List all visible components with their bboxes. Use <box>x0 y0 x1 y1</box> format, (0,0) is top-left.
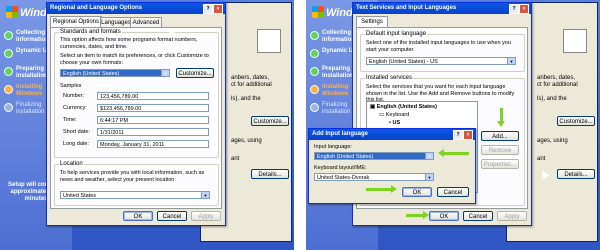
dialog-title: Text Services and Input Languages <box>356 5 457 11</box>
remove-button[interactable]: Remove <box>481 145 519 155</box>
background-text: anbers, dates, <box>537 75 576 81</box>
sample-label: Long date: <box>63 141 89 147</box>
background-text: ages, using <box>537 138 568 144</box>
close-button[interactable]: × <box>519 4 529 14</box>
background-text: ages, using <box>231 138 262 144</box>
sample-short-date-field: 1/31/2011 <box>97 128 209 136</box>
arrow-to-input-language <box>438 149 469 157</box>
dialog-titlebar: Text Services and Input Languages ? × <box>353 3 531 14</box>
dialog-titlebar: Add Input language ? × <box>309 129 475 140</box>
background-text: ant <box>231 156 240 162</box>
keyboard-layout-label: Keyboard layout/IME: <box>314 165 367 171</box>
dialog-title: Regional and Language Options <box>50 5 143 11</box>
step-pending-icon <box>310 103 319 112</box>
chevron-down-icon: ▼ <box>425 153 433 159</box>
keyboard-icon: ▭ <box>379 112 386 118</box>
location-legend: Location <box>59 161 84 167</box>
customize-button[interactable]: Customize... <box>557 116 595 126</box>
sample-number-field: 123,456,789.00 <box>97 92 209 100</box>
input-language-dropdown[interactable]: English (United States) ▼ <box>314 152 434 160</box>
standards-group: Standards and formats This option affect… <box>54 29 219 158</box>
arrow-to-ok <box>406 211 429 219</box>
tree-item-layout[interactable]: • US <box>389 120 400 127</box>
apply-button[interactable]: Apply <box>497 211 527 221</box>
sample-time-field: 6:44:17 PM <box>97 116 209 124</box>
default-language-dropdown[interactable]: English (United States) - US ▼ <box>366 57 516 65</box>
standards-description: This option affects how some programs fo… <box>60 37 198 50</box>
keyboard-layout-dropdown[interactable]: United States-Dvorak ▼ <box>314 173 434 181</box>
step-done-icon <box>310 31 319 40</box>
step-done-icon <box>310 49 319 58</box>
details-button[interactable]: Details... <box>251 169 289 179</box>
help-icon <box>257 29 281 53</box>
dialog-title: Add Input language <box>312 131 368 137</box>
windows-flag-icon <box>312 6 324 18</box>
step-done-icon <box>310 67 319 76</box>
tab-page: Standards and formats This option affect… <box>50 27 222 209</box>
chevron-down-icon: ▼ <box>507 58 515 64</box>
background-text: ct for additional <box>537 82 578 88</box>
help-button[interactable]: ? <box>203 4 213 14</box>
sample-currency-field: $123,456,789.00 <box>97 104 209 112</box>
input-language-label: Input language: <box>314 144 352 150</box>
regional-options-dialog: Regional and Language Options ? × Region… <box>46 2 226 226</box>
left-screenshot: Windows Collecting information Dynamic U… <box>0 0 294 250</box>
background-text: ls), and the <box>537 96 567 102</box>
details-button[interactable]: Details... <box>557 169 595 179</box>
background-text: ct for additional <box>231 82 272 88</box>
step-done-icon <box>4 31 13 40</box>
chevron-down-icon: ▼ <box>161 70 169 76</box>
add-dialog-cancel-button[interactable]: Cancel <box>437 187 469 197</box>
sample-label: Currency: <box>63 105 87 111</box>
background-text: anbers, dates, <box>231 75 270 81</box>
step-pending-icon <box>4 103 13 112</box>
default-language-description: Select one of the installed input langua… <box>366 40 511 53</box>
location-description: To help services provide you with local … <box>60 170 205 183</box>
step-current-icon <box>4 85 13 94</box>
dialog-titlebar: Regional and Language Options ? × <box>47 3 225 14</box>
step-done-icon <box>4 67 13 76</box>
help-icon <box>563 29 587 53</box>
location-group: Location To help services provide you wi… <box>54 161 219 206</box>
customize-formats-button[interactable]: Customize... <box>176 68 214 78</box>
background-text: ant <box>537 156 546 162</box>
sample-label: Number: <box>63 93 85 99</box>
help-button[interactable]: ? <box>509 4 519 14</box>
arrow-to-add-button <box>497 108 505 127</box>
tree-item-keyboard[interactable]: ▭ Keyboard <box>379 112 409 119</box>
add-dialog-ok-button[interactable]: OK <box>402 187 432 197</box>
keyboard-icon: ▣ <box>370 104 377 110</box>
cancel-button[interactable]: Cancel <box>157 211 187 221</box>
right-screenshot: Windows Collecting information Dynamic U… <box>306 0 600 250</box>
close-button[interactable]: × <box>463 130 473 140</box>
installed-services-legend: Installed services <box>365 75 414 81</box>
default-language-group: Default input language Select one of the… <box>360 31 525 72</box>
arrow-to-add-ok <box>366 185 397 193</box>
help-button[interactable]: ? <box>453 130 463 140</box>
tree-item-language[interactable]: ▣ English (United States) <box>370 104 437 111</box>
sample-long-date-field: Monday, January 31, 2011 <box>97 140 209 148</box>
standards-select-description: Select an item to match its preferences,… <box>60 53 209 66</box>
sample-label: Short date: <box>63 129 90 135</box>
step-done-icon <box>4 49 13 58</box>
background-text: ls), and the <box>231 96 261 102</box>
samples-legend: Samples <box>60 83 82 89</box>
apply-button[interactable]: Apply <box>191 211 221 221</box>
windows-flag-icon <box>6 6 18 18</box>
close-button[interactable]: × <box>213 4 223 14</box>
chevron-down-icon: ▼ <box>201 192 209 198</box>
formats-dropdown[interactable]: English (United States) ▼ <box>60 69 170 77</box>
location-dropdown[interactable]: United States ▼ <box>60 191 210 199</box>
ok-button[interactable]: OK <box>429 211 459 221</box>
default-language-legend: Default input language <box>365 31 428 37</box>
properties-button[interactable]: Properties... <box>481 159 519 169</box>
add-button[interactable]: Add... <box>481 131 519 141</box>
standards-legend: Standards and formats <box>59 29 122 35</box>
cancel-button[interactable]: Cancel <box>463 211 493 221</box>
customize-button[interactable]: Customize... <box>251 116 289 126</box>
step-current-icon <box>310 85 319 94</box>
sample-label: Time: <box>63 117 77 123</box>
ok-button[interactable]: OK <box>123 211 153 221</box>
chevron-down-icon: ▼ <box>425 174 433 180</box>
